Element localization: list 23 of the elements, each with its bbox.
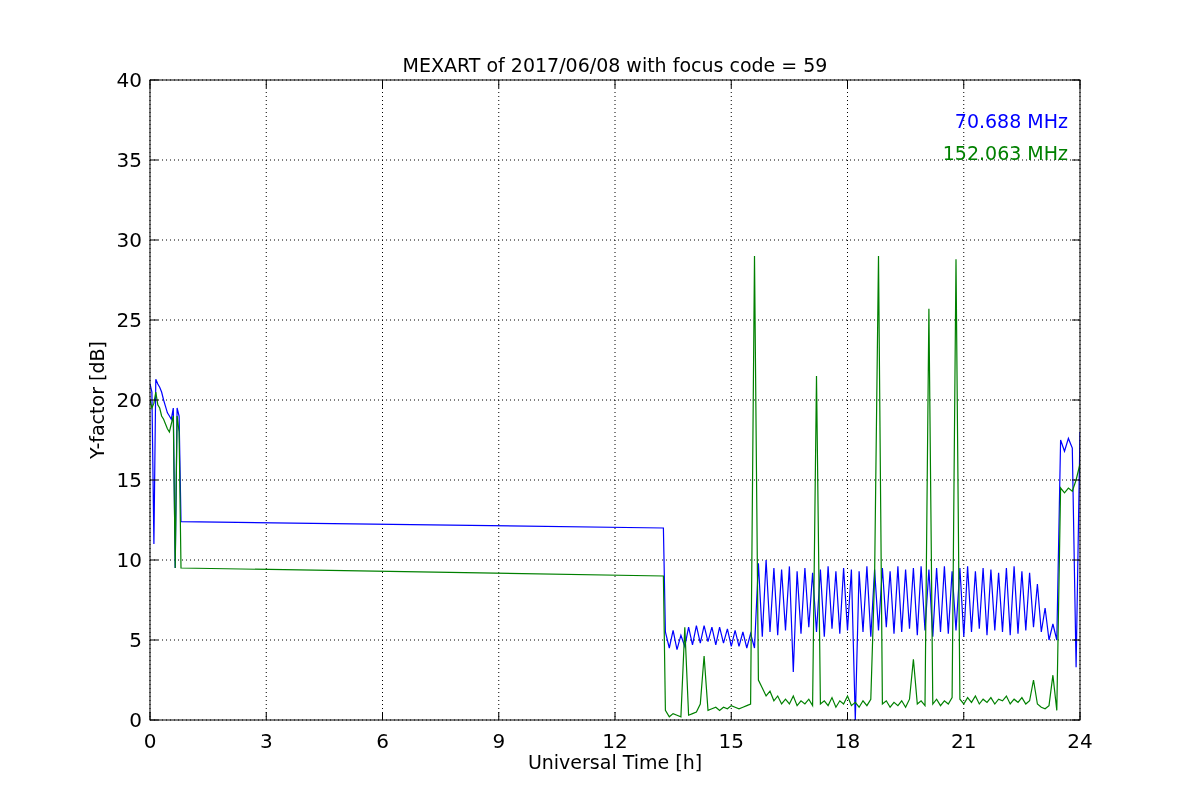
y-tick-label: 5 — [129, 628, 142, 652]
x-axis-label: Universal Time [h] — [527, 751, 703, 773]
x-tick-label: 9 — [492, 729, 506, 753]
x-tick-label: 0 — [143, 729, 157, 753]
x-tick-label: 18 — [834, 729, 861, 753]
y-tick-label: 35 — [116, 148, 142, 172]
y-tick-label: 20 — [116, 388, 142, 412]
x-tick-label: 15 — [718, 729, 744, 753]
legend-label: 152.063 MHz — [942, 142, 1068, 164]
y-axis-label: Y-factor [dB] — [86, 341, 108, 459]
y-tick-label: 10 — [116, 548, 142, 572]
y-tick-label: 0 — [129, 708, 142, 732]
y-tick-label: 40 — [116, 68, 142, 92]
x-tick-label: 6 — [376, 729, 389, 753]
legend-label: 70.688 MHz — [954, 110, 1068, 132]
y-tick-label: 25 — [116, 308, 142, 332]
x-tick-label: 12 — [602, 729, 628, 753]
x-tick-label: 24 — [1067, 729, 1093, 753]
chart-title: MEXART of 2017/06/08 with focus code = 59 — [402, 54, 828, 76]
x-tick-label: 21 — [951, 729, 977, 753]
x-tick-label: 3 — [259, 729, 273, 753]
y-tick-label: 30 — [116, 228, 142, 252]
y-tick-label: 15 — [116, 468, 142, 492]
